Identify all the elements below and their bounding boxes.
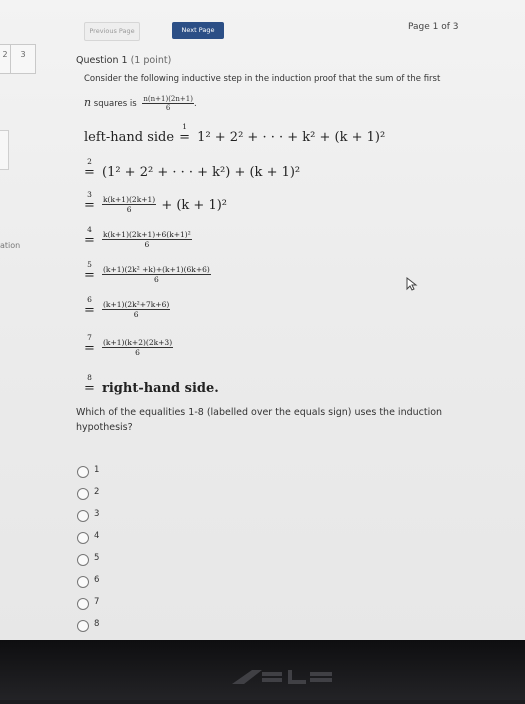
browser-side-panel: 2 3 ation xyxy=(0,0,62,640)
side-card xyxy=(0,130,9,170)
option-label: 3 xyxy=(94,509,100,519)
proof-line-2: = 2 (1² + 2² + · · · + k²) + (k + 1)² xyxy=(84,157,301,180)
numerator: k(k+1)(2k+1)+6(k+1)² xyxy=(102,230,192,240)
thumbnail-label: 3 xyxy=(20,50,26,59)
thumbnail-label: 2 xyxy=(2,50,8,59)
proof-line-4: = 4 k(k+1)(2k+1)+6(k+1)² 6 xyxy=(84,225,192,249)
radio-button[interactable] xyxy=(77,598,89,610)
equals-7: = 7 xyxy=(84,333,95,356)
equals-label: 2 xyxy=(87,157,92,166)
mouse-cursor-icon xyxy=(406,277,418,291)
question-title: Question 1 (1 point) xyxy=(76,55,171,66)
option-label: 1 xyxy=(94,465,100,475)
variable-n: n xyxy=(84,96,92,109)
fraction: (k+1)(k+2)(2k+3) 6 xyxy=(102,338,174,357)
proof-line-1: left-hand side = 1 1² + 2² + · · · + k² +… xyxy=(84,122,386,145)
bezel-logo-icon xyxy=(232,670,332,684)
equals-6: = 6 xyxy=(84,295,95,318)
formula-denominator: 6 xyxy=(165,104,171,112)
numerator: (k+1)(k+2)(2k+3) xyxy=(102,338,174,348)
radio-button[interactable] xyxy=(77,576,89,588)
fraction: k(k+1)(2k+1)+6(k+1)² 6 xyxy=(102,230,192,249)
equals-1: = 1 xyxy=(179,122,191,145)
option-label: 8 xyxy=(94,619,100,629)
radio-button[interactable] xyxy=(77,620,89,632)
page-indicator: Page 1 of 3 xyxy=(408,22,459,32)
equals-3: = 3 xyxy=(84,190,95,213)
denominator: 6 xyxy=(144,240,150,249)
numerator: k(k+1)(2k+1) xyxy=(102,195,157,205)
radio-button[interactable] xyxy=(77,554,89,566)
equals-label: 6 xyxy=(87,295,92,304)
radio-button[interactable] xyxy=(77,532,89,544)
next-page-button[interactable]: Next Page xyxy=(172,22,224,39)
denominator: 6 xyxy=(126,205,132,214)
equals-label: 4 xyxy=(87,225,92,234)
equals-label: 5 xyxy=(87,260,92,269)
equals-2: = 2 xyxy=(84,157,95,180)
screen: 2 3 ation Previous Page Next Page Page 1… xyxy=(0,0,525,640)
sum-formula: n(n+1)(2n+1) 6 xyxy=(142,95,194,112)
expression: (1² + 2² + · · · + k²) + (k + 1)² xyxy=(102,165,301,180)
equals-5: = 5 xyxy=(84,260,95,283)
numerator: (k+1)(2k² +k)+(k+1)(6k+6) xyxy=(102,265,211,275)
proof-line-6: = 6 (k+1)(2k²+7k+6) 6 xyxy=(84,295,171,319)
intro-text: squares is xyxy=(93,99,137,109)
expression: 1² + 2² + · · · + k² + (k + 1)² xyxy=(197,130,386,145)
radio-button[interactable] xyxy=(77,466,89,478)
option-label: 5 xyxy=(94,553,100,563)
denominator: 6 xyxy=(154,275,159,284)
laptop-bezel xyxy=(0,640,525,700)
expression: + (k + 1)² xyxy=(161,198,228,213)
fraction: k(k+1)(2k+1) 6 xyxy=(102,195,157,214)
proof-line-7: = 7 (k+1)(k+2)(2k+3) 6 xyxy=(84,333,174,357)
question-intro-line2: n squares is n(n+1)(2n+1) 6 . xyxy=(84,95,197,112)
question-prompt: Which of the equalities 1-8 (labelled ov… xyxy=(76,407,443,433)
fraction: (k+1)(2k² +k)+(k+1)(6k+6) 6 xyxy=(102,265,211,284)
question-intro: Consider the following inductive step in… xyxy=(84,74,441,84)
equals-4: = 4 xyxy=(84,225,95,248)
option-label: 4 xyxy=(94,531,100,541)
question-points: (1 point) xyxy=(130,55,172,66)
option-label: 2 xyxy=(94,487,100,497)
denominator: 6 xyxy=(135,348,140,357)
proof-line-3: = 3 k(k+1)(2k+1) 6 + (k + 1)² xyxy=(84,190,228,214)
denominator: 6 xyxy=(133,310,139,319)
numerator: (k+1)(2k²+7k+6) xyxy=(102,300,171,310)
proof-line-8: = 8 right-hand side. xyxy=(84,373,219,396)
equals-label: 8 xyxy=(87,373,92,382)
equals-label: 3 xyxy=(87,190,92,199)
fraction: (k+1)(2k²+7k+6) 6 xyxy=(102,300,171,319)
formula-numerator: n(n+1)(2n+1) xyxy=(142,95,194,104)
lhs-label: left-hand side xyxy=(84,130,175,145)
previous-page-button[interactable]: Previous Page xyxy=(84,22,140,41)
side-text: ation xyxy=(0,241,21,250)
equals-label: 1 xyxy=(182,122,188,131)
equals-label: 7 xyxy=(87,333,92,342)
radio-button[interactable] xyxy=(77,488,89,500)
question-number: Question 1 xyxy=(76,55,128,66)
rhs-label: right-hand side. xyxy=(102,381,219,396)
radio-button[interactable] xyxy=(77,510,89,522)
proof-line-5: = 5 (k+1)(2k² +k)+(k+1)(6k+6) 6 xyxy=(84,260,211,284)
page-thumbnail-active[interactable]: 3 xyxy=(10,44,36,74)
option-label: 6 xyxy=(94,575,100,585)
equals-8: = 8 xyxy=(84,373,95,396)
option-label: 7 xyxy=(94,597,100,607)
